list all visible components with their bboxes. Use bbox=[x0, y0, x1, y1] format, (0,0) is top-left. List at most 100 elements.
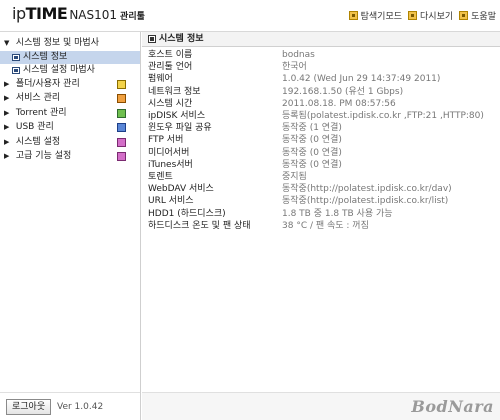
info-key: FTP 서버 bbox=[148, 135, 184, 146]
table-row: 토렌트 중지됨 bbox=[142, 171, 500, 183]
collapsed-triangle-icon: ▶ bbox=[4, 79, 10, 88]
table-row: 미디어서버 동작중 (0 연결) bbox=[142, 147, 500, 159]
explorer-mode-link[interactable]: 탐색기모드 bbox=[348, 9, 402, 22]
info-value: 한국어 bbox=[282, 62, 307, 73]
info-key: HDD1 (하드디스크) bbox=[148, 208, 226, 219]
table-row: iTunes서버 동작중 (0 연결) bbox=[142, 159, 500, 171]
sidebar-item-folder-user[interactable]: ▶ 폴더/사용자 관리 bbox=[0, 77, 140, 92]
main-panel-header: 시스템 정보 bbox=[142, 32, 500, 47]
info-value: 중지됨 bbox=[282, 171, 307, 182]
system-settings-icon bbox=[117, 137, 126, 147]
sidebar-item-label: 서비스 관리 bbox=[15, 93, 61, 103]
sidebar-item-label: 시스템 설정 bbox=[15, 136, 61, 147]
info-value: 동작중 (0 연결) bbox=[282, 147, 342, 158]
app-header: ip TIME NAS101 관리툴 탐색기모드 다시보기 도움말 bbox=[0, 0, 500, 32]
info-key: 토렌트 bbox=[148, 171, 173, 182]
info-value: 192.168.1.50 (유선 1 Gbps) bbox=[282, 86, 404, 97]
table-row: 펌웨어 1.0.42 (Wed Jun 29 14:37:49 2011) bbox=[142, 73, 500, 85]
info-value: 동작중(http://polatest.ipdisk.co.kr/dav) bbox=[282, 184, 452, 195]
info-value: 1.8 TB 중 1.8 TB 사용 가능 bbox=[282, 208, 393, 219]
sidebar-sub-item-label: 시스템 정보 bbox=[23, 51, 68, 62]
help-link[interactable]: 도움말 bbox=[459, 9, 496, 22]
system-info-icon bbox=[148, 35, 156, 43]
info-value: 38 °C / 팬 속도 : 꺼짐 bbox=[282, 220, 369, 231]
table-row: 네트워크 정보 192.168.1.50 (유선 1 Gbps) bbox=[142, 86, 500, 98]
collapsed-triangle-icon: ▶ bbox=[4, 152, 10, 160]
setup-wizard-icon bbox=[12, 66, 20, 74]
sidebar-sub-item-setup-wizard[interactable]: 시스템 설정 마법사 bbox=[0, 64, 140, 77]
info-value: 등록됨(polatest.ipdisk.co.kr ,FTP:21 ,HTTP:… bbox=[282, 111, 484, 122]
info-value: 동작중 (0 연결) bbox=[282, 135, 342, 146]
logo-time: TIME bbox=[25, 4, 68, 23]
info-key: iTunes서버 bbox=[148, 159, 193, 170]
info-value: 동작중 (1 연결) bbox=[282, 123, 342, 134]
table-row: ipDISK 서비스 등록됨(polatest.ipdisk.co.kr ,FTP… bbox=[142, 110, 500, 122]
sidebar-item-label: 폴더/사용자 관리 bbox=[15, 78, 80, 89]
info-key: 미디어서버 bbox=[148, 147, 190, 158]
table-row: 호스트 이름 bodnas bbox=[142, 49, 500, 61]
info-value: 2011.08.18. PM 08:57:56 bbox=[282, 98, 396, 109]
usb-icon bbox=[117, 123, 126, 132]
sidebar-item-torrent[interactable]: ▶ Torrent 관리 bbox=[0, 106, 140, 121]
sidebar: ▼ 시스템 정보 및 마법사 시스템 정보 시스템 설정 마법사 ▶ 폴더/사용… bbox=[0, 32, 141, 420]
folder-user-icon bbox=[117, 79, 126, 89]
sidebar-item-system-settings[interactable]: ▶ 시스템 설정 bbox=[0, 135, 140, 150]
logo-admin-label: 관리툴 bbox=[120, 12, 145, 22]
table-row: 관리툴 언어 한국어 bbox=[142, 61, 500, 73]
sidebar-menu: ▼ 시스템 정보 및 마법사 시스템 정보 시스템 설정 마법사 ▶ 폴더/사용… bbox=[0, 32, 140, 164]
version-label: Ver 1.0.42 bbox=[57, 402, 104, 412]
torrent-icon bbox=[117, 108, 126, 118]
table-row: 윈도우 파일 공유 동작중 (1 연결) bbox=[142, 122, 500, 134]
info-key: 하드디스크 온도 및 팬 상태 bbox=[148, 220, 251, 231]
info-value: bodnas bbox=[282, 50, 315, 61]
sidebar-group-label: 시스템 정보 및 마법사 bbox=[15, 38, 99, 48]
info-key: URL 서비스 bbox=[148, 196, 194, 207]
advanced-settings-icon bbox=[117, 152, 126, 161]
bodnara-watermark: BodNara bbox=[411, 397, 494, 416]
refresh-link[interactable]: 다시보기 bbox=[408, 9, 453, 22]
table-row: WebDAV 서비스 동작중(http://polatest.ipdisk.co.… bbox=[142, 183, 500, 195]
service-icon bbox=[117, 94, 126, 103]
info-key: 시스템 시간 bbox=[148, 98, 193, 109]
collapsed-triangle-icon: ▶ bbox=[4, 137, 10, 146]
logo-model: NAS101 bbox=[69, 8, 118, 22]
system-info-icon bbox=[12, 53, 20, 61]
app-logo: ip TIME NAS101 관리툴 bbox=[12, 4, 145, 23]
info-value: 1.0.42 (Wed Jun 29 14:37:49 2011) bbox=[282, 74, 441, 85]
refresh-label: 다시보기 bbox=[420, 12, 454, 22]
main-panel: 시스템 정보 호스트 이름 bodnas 관리툴 언어 한국어 펌웨어 1.0.42 … bbox=[142, 32, 500, 420]
sidebar-item-usb[interactable]: ▶ USB 관리 bbox=[0, 120, 140, 135]
help-label: 도움말 bbox=[471, 12, 496, 22]
table-row: FTP 서버 동작중 (0 연결) bbox=[142, 134, 500, 146]
system-info-table: 호스트 이름 bodnas 관리툴 언어 한국어 펌웨어 1.0.42 (Wed Ju… bbox=[142, 49, 500, 232]
help-icon bbox=[459, 11, 469, 20]
logout-button[interactable]: 로그아웃 bbox=[6, 399, 52, 415]
collapsed-triangle-icon: ▶ bbox=[4, 108, 10, 117]
info-value: 동작중 (0 연결) bbox=[282, 159, 342, 170]
info-key: 펌웨어 bbox=[148, 74, 173, 85]
sidebar-item-label: 고급 기능 설정 bbox=[15, 151, 72, 161]
logo-ip: ip bbox=[12, 4, 26, 23]
refresh-icon bbox=[408, 11, 418, 20]
sidebar-item-advanced-settings[interactable]: ▶ 고급 기능 설정 bbox=[0, 149, 140, 164]
collapsed-triangle-icon: ▶ bbox=[4, 123, 10, 131]
sidebar-footer: 로그아웃 Ver 1.0.42 bbox=[0, 392, 140, 420]
table-row: HDD1 (하드디스크) 1.8 TB 중 1.8 TB 사용 가능 bbox=[142, 207, 500, 219]
info-key: 관리툴 언어 bbox=[148, 62, 193, 73]
main-footer-bar: BodNara bbox=[142, 392, 500, 420]
info-key: 네트워크 정보 bbox=[148, 86, 201, 97]
sidebar-sub-item-system-info[interactable]: 시스템 정보 bbox=[0, 50, 140, 64]
info-key: WebDAV 서비스 bbox=[148, 184, 214, 195]
table-row: 하드디스크 온도 및 팬 상태 38 °C / 팬 속도 : 꺼짐 bbox=[142, 220, 500, 232]
table-row: 시스템 시간 2011.08.18. PM 08:57:56 bbox=[142, 98, 500, 110]
sidebar-group-system-info[interactable]: ▼ 시스템 정보 및 마법사 bbox=[0, 36, 140, 51]
explorer-mode-icon bbox=[348, 11, 358, 20]
sidebar-item-label: Torrent 관리 bbox=[15, 107, 67, 118]
sidebar-sub-item-label: 시스템 설정 마법사 bbox=[23, 64, 95, 75]
table-row: URL 서비스 동작중(http://polatest.ipdisk.co.kr/… bbox=[142, 195, 500, 207]
info-key: 호스트 이름 bbox=[148, 50, 193, 61]
collapsed-triangle-icon: ▶ bbox=[4, 94, 10, 102]
info-key: 윈도우 파일 공유 bbox=[148, 123, 212, 134]
info-key: ipDISK 서비스 bbox=[148, 111, 206, 122]
sidebar-item-service[interactable]: ▶ 서비스 관리 bbox=[0, 91, 140, 106]
